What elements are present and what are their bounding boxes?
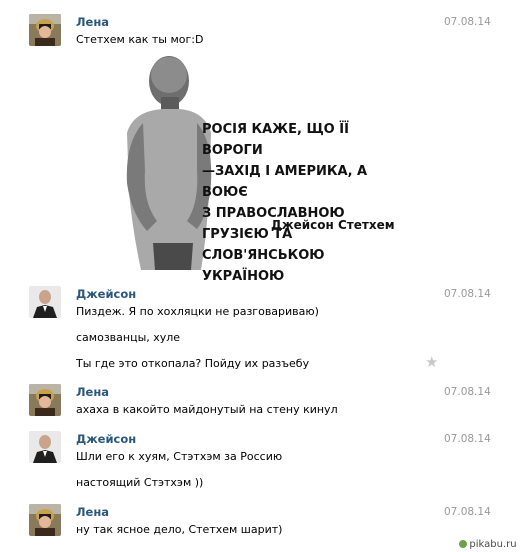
message-text: ну так ясное дело, Стетхем шарит): [76, 523, 283, 536]
girl-avatar-icon[interactable]: [29, 384, 61, 416]
man-avatar-icon[interactable]: [29, 286, 61, 318]
message-item: Джейсон 07.08.14 Пиздеж. Я по хохляцки н…: [0, 280, 522, 376]
message-date[interactable]: 07.08.14: [444, 16, 491, 28]
message-item: Джейсон 07.08.14 Шли его к хуям, Стэтхэм…: [0, 425, 522, 499]
message-author[interactable]: Джейсон: [76, 287, 136, 301]
pikabu-watermark: pikabu.ru: [456, 536, 520, 552]
message-text: Стетхем как ты мог:D: [76, 33, 204, 46]
image-attachment[interactable]: РОСІЯ КАЖЕ, ЩО ЇЇ ВОРОГИ —ЗАХІД І АМЕРИК…: [113, 53, 416, 284]
message-text: настоящий Стэтхэм )): [76, 476, 204, 489]
message-author[interactable]: Лена: [76, 15, 109, 29]
message-date[interactable]: 07.08.14: [444, 386, 491, 398]
message-author[interactable]: Джейсон: [76, 432, 136, 446]
message-author[interactable]: Лена: [76, 505, 109, 519]
man-avatar-icon[interactable]: [29, 431, 61, 463]
message-text: ахаха в какойто майдонутый на стену кину…: [76, 403, 338, 416]
girl-avatar-icon[interactable]: [29, 14, 61, 46]
message-text: самозванцы, хуле: [76, 331, 181, 344]
watermark-text: pikabu.ru: [469, 538, 517, 550]
message-text: Шли его к хуям, Стэтхэм за Россию: [76, 450, 283, 463]
star-icon[interactable]: ★: [425, 355, 438, 370]
message-author[interactable]: Лена: [76, 385, 109, 399]
message-date[interactable]: 07.08.14: [444, 288, 491, 300]
pikabu-logo-icon: [459, 540, 468, 548]
message-text: Ты где это откопала? Пойду их разъебу: [76, 357, 310, 370]
image-quote: РОСІЯ КАЖЕ, ЩО ЇЇ ВОРОГИ —ЗАХІД І АМЕРИК…: [202, 122, 368, 284]
message-text: Пиздеж. Я по хохляцки не разговариваю): [76, 305, 319, 318]
message-item: Лена 07.08.14 ну так ясное дело, Стетхем…: [0, 498, 522, 548]
image-quote-author: Джейсон Стетхем: [271, 218, 395, 232]
message-date[interactable]: 07.08.14: [444, 506, 491, 518]
message-item: Лена 07.08.14 ахаха в какойто майдонутый…: [0, 378, 522, 426]
message-date[interactable]: 07.08.14: [444, 433, 491, 445]
message-item: Лена 07.08.14 Стетхем как ты мог:D РОСІЯ…: [0, 0, 522, 284]
girl-avatar-icon[interactable]: [29, 504, 61, 536]
